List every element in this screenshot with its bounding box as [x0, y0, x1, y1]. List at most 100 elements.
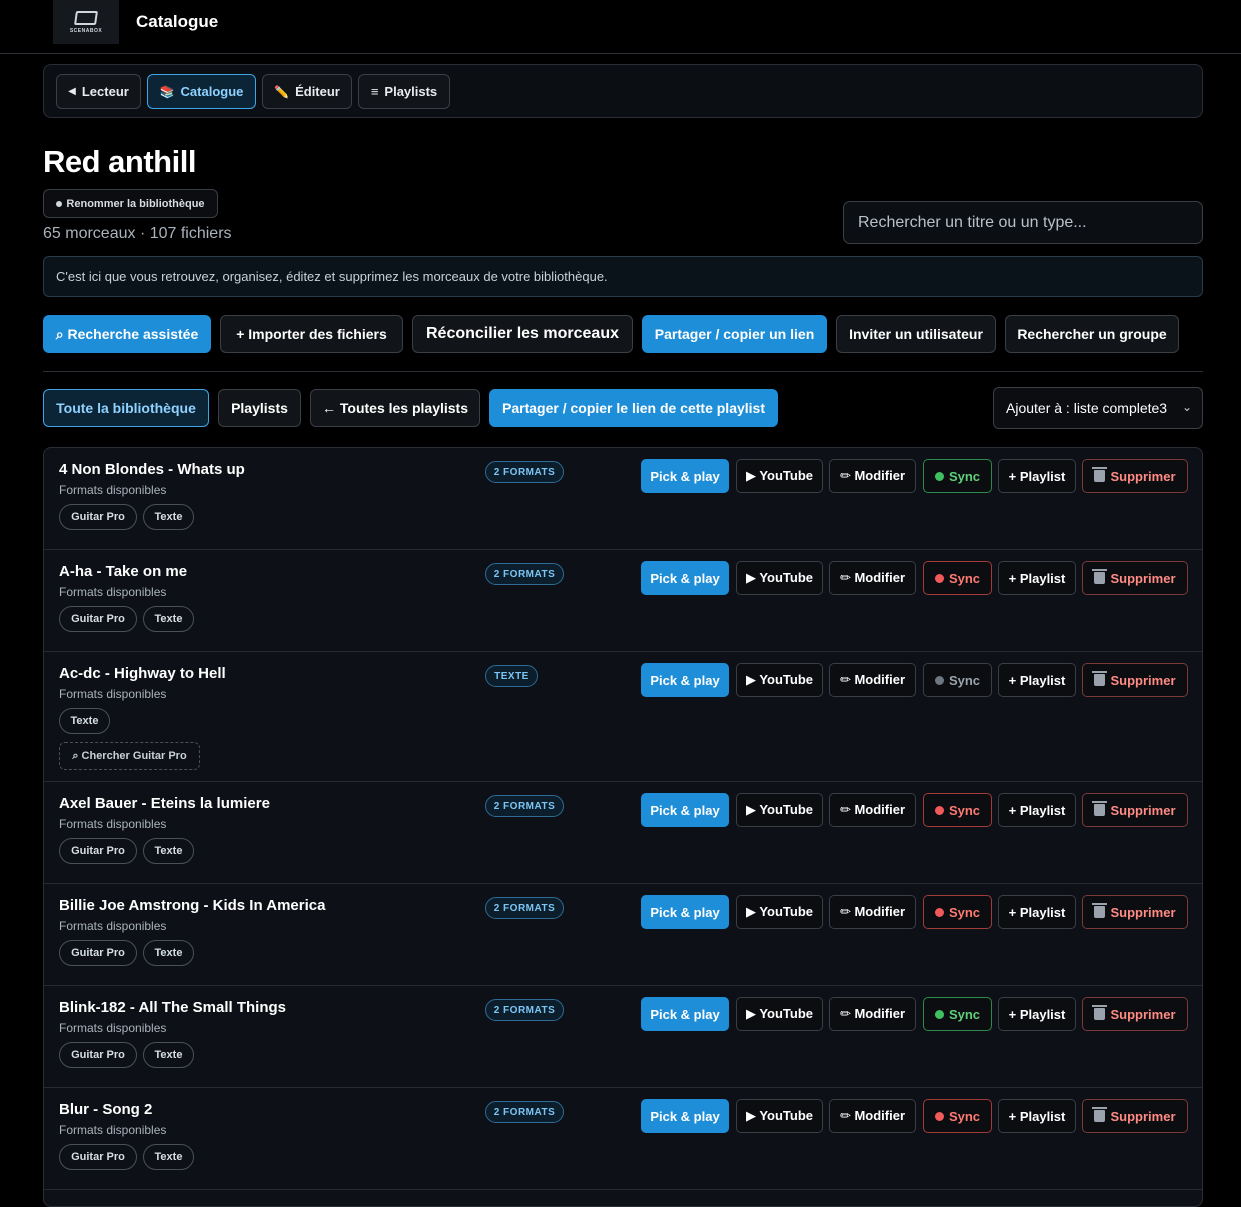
format-tag[interactable]: Texte: [143, 504, 194, 530]
modify-button[interactable]: ✏ Modifier: [829, 793, 916, 827]
song-row: A-ha - Take on me Formats disponibles Guit…: [44, 550, 1202, 652]
delete-button[interactable]: Supprimer: [1082, 561, 1188, 595]
pick-play-button[interactable]: Pick & play: [641, 459, 729, 493]
format-tag[interactable]: Guitar Pro: [59, 838, 137, 864]
rename-library-button[interactable]: Renommer la bibliothèque: [43, 189, 218, 218]
button-label: Pick & play: [650, 570, 720, 586]
books-icon: 📚: [159, 84, 175, 99]
song-title[interactable]: Blur - Song 2: [59, 1101, 152, 1118]
button-label: + Playlist: [1008, 1108, 1066, 1124]
youtube-button[interactable]: ▶ YouTube: [736, 793, 823, 827]
status-dot-icon: [934, 471, 944, 481]
modify-button[interactable]: ✏ Modifier: [829, 1099, 916, 1133]
button-label: ▶ YouTube: [745, 1108, 814, 1123]
song-title[interactable]: A-ha - Take on me: [59, 563, 187, 580]
format-tag[interactable]: Texte: [143, 1144, 194, 1170]
pick-play-button[interactable]: Pick & play: [641, 895, 729, 929]
youtube-button[interactable]: ▶ YouTube: [736, 997, 823, 1031]
format-tag[interactable]: Texte: [143, 1042, 194, 1068]
delete-button[interactable]: Supprimer: [1082, 459, 1188, 493]
add-to-playlist-button[interactable]: + Playlist: [998, 997, 1076, 1031]
sync-button[interactable]: Sync: [923, 895, 992, 929]
song-title[interactable]: Axel Bauer - Eteins la lumiere: [59, 795, 270, 812]
button-label: ✏ Modifier: [839, 904, 906, 919]
youtube-button[interactable]: ▶ YouTube: [736, 895, 823, 929]
filter-all-library[interactable]: Toute la bibliothèque: [43, 389, 209, 427]
add-to-playlist-button[interactable]: + Playlist: [998, 895, 1076, 929]
format-count-badge: 2 FORMATS: [485, 897, 564, 919]
format-tag[interactable]: Guitar Pro: [59, 1042, 137, 1068]
status-dot-icon: [934, 675, 944, 685]
sync-button[interactable]: Sync: [923, 459, 992, 493]
pick-play-button[interactable]: Pick & play: [641, 561, 729, 595]
app-logo[interactable]: SCENABOX: [53, 0, 119, 44]
modify-button[interactable]: ✏ Modifier: [829, 459, 916, 493]
delete-button[interactable]: Supprimer: [1082, 895, 1188, 929]
reconcile-button[interactable]: Réconcilier les morceaux: [412, 315, 633, 353]
delete-button[interactable]: Supprimer: [1082, 663, 1188, 697]
assisted-search-button[interactable]: ⌕ Recherche assistée: [43, 315, 211, 353]
format-tag[interactable]: Guitar Pro: [59, 504, 137, 530]
delete-button[interactable]: Supprimer: [1082, 1099, 1188, 1133]
format-tag[interactable]: Guitar Pro: [59, 940, 137, 966]
format-tag[interactable]: Texte: [59, 708, 110, 734]
all-playlists-button[interactable]: ← Toutes les playlists: [310, 389, 480, 427]
delete-button[interactable]: Supprimer: [1082, 793, 1188, 827]
youtube-button[interactable]: ▶ YouTube: [736, 663, 823, 697]
nav-editeur-button[interactable]: ✏️ Éditeur: [262, 74, 352, 109]
youtube-button[interactable]: ▶ YouTube: [736, 561, 823, 595]
sync-button[interactable]: Sync: [923, 1099, 992, 1133]
filter-playlists[interactable]: Playlists: [218, 389, 301, 427]
invite-user-button[interactable]: Inviter un utilisateur: [836, 315, 996, 353]
nav-catalogue-button[interactable]: 📚 Catalogue: [147, 74, 256, 109]
format-tag[interactable]: Guitar Pro: [59, 606, 137, 632]
song-title[interactable]: 4 Non Blondes - Whats up: [59, 461, 245, 478]
search-input[interactable]: [843, 201, 1203, 244]
format-tag[interactable]: Guitar Pro: [59, 1144, 137, 1170]
nav-lecteur-button[interactable]: ◀ Lecteur: [56, 74, 141, 109]
import-files-button[interactable]: + Importer des fichiers: [220, 315, 403, 353]
share-playlist-button[interactable]: Partager / copier le lien de cette playl…: [489, 389, 778, 427]
nav-label: Lecteur: [81, 84, 129, 99]
song-row: Axel Bauer - Eteins la lumiere Formats di…: [44, 782, 1202, 884]
format-tag[interactable]: Texte: [143, 606, 194, 632]
pick-play-button[interactable]: Pick & play: [641, 1099, 729, 1133]
format-tag[interactable]: Texte: [143, 838, 194, 864]
search-guitar-pro-button[interactable]: ⌕ Chercher Guitar Pro: [59, 742, 200, 770]
pick-play-button[interactable]: Pick & play: [641, 663, 729, 697]
pick-play-button[interactable]: Pick & play: [641, 793, 729, 827]
trash-icon: [1092, 1107, 1108, 1122]
youtube-button[interactable]: ▶ YouTube: [736, 1099, 823, 1133]
format-count-badge: 2 FORMATS: [485, 1101, 564, 1123]
search-group-button[interactable]: Rechercher un groupe: [1005, 315, 1179, 353]
share-link-button[interactable]: Partager / copier un lien: [642, 315, 827, 353]
add-to-playlist-button[interactable]: + Playlist: [998, 561, 1076, 595]
song-title[interactable]: Billie Joe Amstrong - Kids In America: [59, 897, 325, 914]
modify-button[interactable]: ✏ Modifier: [829, 561, 916, 595]
format-count-badge: 2 FORMATS: [485, 999, 564, 1021]
sync-button[interactable]: Sync: [923, 793, 992, 827]
sync-button[interactable]: Sync: [923, 561, 992, 595]
nav-panel: ◀ Lecteur 📚 Catalogue ✏️ Éditeur ≡ Playl…: [43, 64, 1203, 118]
modify-button[interactable]: ✏ Modifier: [829, 997, 916, 1031]
youtube-button[interactable]: ▶ YouTube: [736, 459, 823, 493]
nav-playlists-button[interactable]: ≡ Playlists: [358, 74, 450, 109]
song-title[interactable]: Blink-182 - All The Small Things: [59, 999, 286, 1016]
sync-button[interactable]: Sync: [923, 663, 992, 697]
nav-label: Catalogue: [180, 84, 244, 99]
song-row: Blink-182 - All The Small Things Formats …: [44, 986, 1202, 1088]
sync-button[interactable]: Sync: [923, 997, 992, 1031]
format-tag[interactable]: Texte: [143, 940, 194, 966]
delete-button[interactable]: Supprimer: [1082, 997, 1188, 1031]
add-to-playlist-button[interactable]: + Playlist: [998, 459, 1076, 493]
song-title[interactable]: Ac-dc - Highway to Hell: [59, 665, 226, 682]
modify-button[interactable]: ✏ Modifier: [829, 663, 916, 697]
button-label: Pick & play: [650, 1108, 720, 1124]
pick-play-button[interactable]: Pick & play: [641, 997, 729, 1031]
add-to-playlist-button[interactable]: + Playlist: [998, 1099, 1076, 1133]
add-to-playlist-button[interactable]: + Playlist: [998, 793, 1076, 827]
add-to-playlist-select[interactable]: Ajouter à : liste complete3 ⌄: [993, 387, 1203, 429]
add-to-playlist-button[interactable]: + Playlist: [998, 663, 1076, 697]
status-dot-icon: [934, 1111, 944, 1121]
modify-button[interactable]: ✏ Modifier: [829, 895, 916, 929]
